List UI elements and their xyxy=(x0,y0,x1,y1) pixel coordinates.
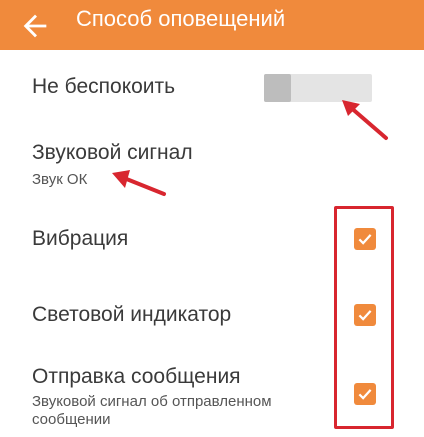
annotation-arrow-icon xyxy=(112,170,166,196)
switch-thumb[interactable] xyxy=(264,74,291,102)
page-title: Способ оповещений xyxy=(76,6,286,31)
led-label: Световой индикатор xyxy=(32,303,232,326)
do-not-disturb-label: Не беспокоить xyxy=(32,75,176,98)
sound-value: Звук ОК xyxy=(32,171,88,188)
vibration-label: Вибрация xyxy=(32,227,129,250)
send-message-label: Отправка сообщения xyxy=(32,365,241,388)
app-bar: Способ оповещений xyxy=(0,0,424,50)
send-message-description: Звуковой сигнал об отправленном сообщени… xyxy=(32,393,272,428)
annotation-arrow-icon xyxy=(342,100,388,140)
annotation-highlight-box xyxy=(334,206,394,429)
arrow-back-icon[interactable] xyxy=(18,9,52,43)
